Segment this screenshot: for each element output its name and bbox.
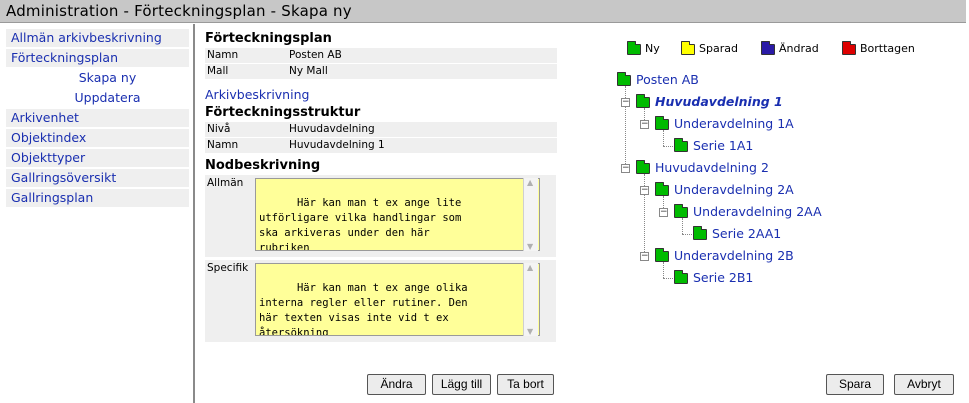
tree-node-under-1a[interactable]: Underavdelning 1A xyxy=(674,116,794,132)
collapse-icon[interactable]: − xyxy=(659,208,668,217)
tree-connector xyxy=(663,130,664,146)
tree-node-under-2b[interactable]: Underavdelning 2B xyxy=(674,248,794,264)
row-value: Huvudavdelning xyxy=(289,123,375,135)
legend-deleted-label: Borttagen xyxy=(860,42,915,55)
sidebar-item-object-index[interactable]: Objektindex xyxy=(6,129,189,147)
tree-node-root[interactable]: Posten AB xyxy=(636,72,699,88)
collapse-icon[interactable]: − xyxy=(640,120,649,129)
legend-new-label: Ny xyxy=(645,42,660,55)
changed-folder-icon xyxy=(761,41,775,55)
folder-icon xyxy=(655,248,669,262)
archive-description-link[interactable]: Arkivbeskrivning xyxy=(205,85,557,104)
sidebar-item-culling-overview[interactable]: Gallringsöversikt xyxy=(6,169,189,187)
row-key: Mall xyxy=(207,65,229,77)
remove-button[interactable]: Ta bort xyxy=(497,374,554,395)
scroll-up-icon[interactable]: ▲ xyxy=(527,178,533,187)
structure-row-level: Nivå Huvudavdelning xyxy=(205,122,557,137)
specific-description-textarea[interactable]: Här kan man t ex ange olika interna regl… xyxy=(255,263,540,336)
general-description-textarea[interactable]: Här kan man t ex ange lite utförligare v… xyxy=(255,178,540,251)
scroll-down-icon[interactable]: ▼ xyxy=(527,327,533,336)
specific-scrollbar[interactable]: ▲ ▼ xyxy=(523,263,538,336)
tree-node-serie-2aa1[interactable]: Serie 2AA1 xyxy=(712,226,781,242)
title-bar: Administration - Förteckningsplan - Skap… xyxy=(0,0,966,23)
legend-saved-label: Sparad xyxy=(699,42,738,55)
general-scrollbar[interactable]: ▲ ▼ xyxy=(523,178,538,251)
scroll-up-icon[interactable]: ▲ xyxy=(527,263,533,272)
sidebar-nav: Allmän arkivbeskrivning Förteckningsplan… xyxy=(6,29,189,209)
folder-icon xyxy=(674,270,688,284)
folder-icon xyxy=(655,182,669,196)
sidebar-item-general-description[interactable]: Allmän arkivbeskrivning xyxy=(6,29,189,47)
row-key: Nivå xyxy=(207,123,231,135)
tree-connector xyxy=(663,262,664,278)
tree-connector xyxy=(682,218,683,234)
row-key: Namn xyxy=(207,139,239,151)
folder-icon xyxy=(674,204,688,218)
save-button[interactable]: Spara xyxy=(826,374,884,395)
sidebar-item-plan[interactable]: Förteckningsplan xyxy=(6,49,189,67)
folder-icon xyxy=(674,138,688,152)
folder-icon xyxy=(617,72,631,86)
row-value: Ny Mall xyxy=(289,65,328,77)
plan-row-name: Namn Posten AB xyxy=(205,48,557,63)
collapse-icon[interactable]: − xyxy=(621,164,630,173)
node-description-heading: Nodbeskrivning xyxy=(205,158,321,173)
tree-node-huvud-1[interactable]: Huvudavdelning 1 xyxy=(655,94,783,110)
legend-changed-label: Ändrad xyxy=(779,42,819,55)
sidebar-item-archive-unit[interactable]: Arkivenhet xyxy=(6,109,189,127)
row-value: Posten AB xyxy=(289,49,342,61)
page-title: Administration - Förteckningsplan - Skap… xyxy=(6,2,352,20)
sidebar-item-update[interactable]: Uppdatera xyxy=(6,89,189,107)
structure-row-name: Namn Huvudavdelning 1 xyxy=(205,138,557,153)
tree-connector xyxy=(663,146,673,147)
divider xyxy=(193,24,195,403)
folder-icon xyxy=(636,160,650,174)
specific-description-block: Specifik Här kan man t ex ange olika int… xyxy=(205,260,556,342)
sidebar-item-create-new[interactable]: Skapa ny xyxy=(6,69,189,87)
tree-node-serie-2b1[interactable]: Serie 2B1 xyxy=(693,270,753,286)
deleted-folder-icon xyxy=(842,41,856,55)
tree-node-huvud-2[interactable]: Huvudavdelning 2 xyxy=(655,160,769,176)
collapse-icon[interactable]: − xyxy=(640,252,649,261)
collapse-icon[interactable]: − xyxy=(640,186,649,195)
specific-label: Specifik xyxy=(207,262,249,274)
change-button[interactable]: Ändra xyxy=(367,374,426,395)
folder-open-icon xyxy=(636,94,650,108)
folder-icon xyxy=(693,226,707,240)
plan-row-template: Mall Ny Mall xyxy=(205,64,557,79)
cancel-button[interactable]: Avbryt xyxy=(894,374,954,395)
general-description-text: Här kan man t ex ange lite utförligare v… xyxy=(259,197,462,251)
tree-node-serie-1a1[interactable]: Serie 1A1 xyxy=(693,138,753,154)
add-button[interactable]: Lägg till xyxy=(432,374,491,395)
row-value: Huvudavdelning 1 xyxy=(289,139,385,151)
tree-connector xyxy=(682,234,692,235)
tree-connector xyxy=(663,278,673,279)
collapse-icon[interactable]: − xyxy=(621,98,630,107)
tree-node-under-2aa[interactable]: Underavdelning 2AA xyxy=(693,204,822,220)
tree-node-under-2a[interactable]: Underavdelning 2A xyxy=(674,182,794,198)
general-description-block: Allmän Här kan man t ex ange lite utförl… xyxy=(205,175,556,257)
sidebar-item-object-types[interactable]: Objekttyper xyxy=(6,149,189,167)
specific-description-text: Här kan man t ex ange olika interna regl… xyxy=(259,282,468,336)
row-key: Namn xyxy=(207,49,239,61)
sidebar-item-culling-plan[interactable]: Gallringsplan xyxy=(6,189,189,207)
saved-folder-icon xyxy=(681,41,695,55)
plan-heading: Förteckningsplan xyxy=(205,31,332,46)
structure-heading: Förteckningsstruktur xyxy=(205,105,361,120)
edit-panel: Förteckningsplan Namn Posten AB Mall Ny … xyxy=(205,30,557,345)
folder-icon xyxy=(655,116,669,130)
general-label: Allmän xyxy=(207,177,244,189)
scroll-down-icon[interactable]: ▼ xyxy=(527,242,533,251)
new-folder-icon xyxy=(627,41,641,55)
